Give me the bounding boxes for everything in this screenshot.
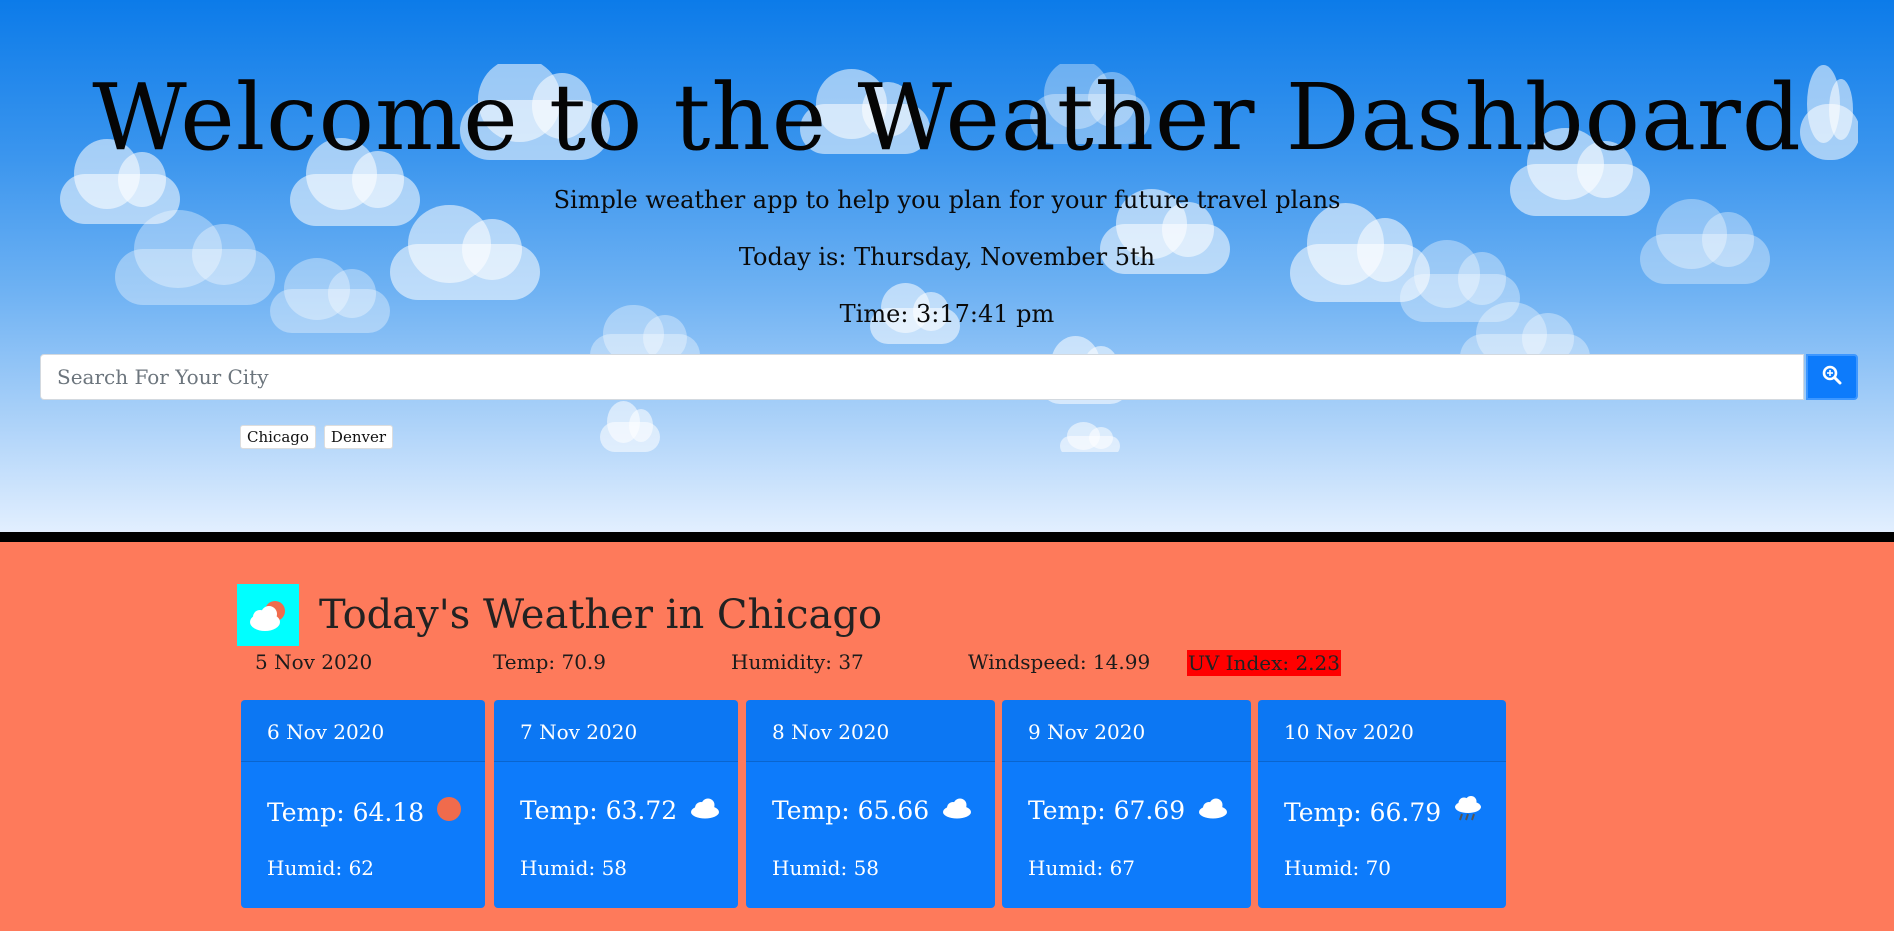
forecast-humidity: Humid: 58	[520, 856, 628, 880]
city-search-input[interactable]	[40, 354, 1804, 400]
forecast-date: 7 Nov 2020	[494, 700, 738, 762]
cloud-icon	[1197, 796, 1229, 825]
header-divider	[0, 532, 1894, 542]
forecast-temp-row: Temp: 67.69	[1028, 796, 1229, 825]
forecast-card: 7 Nov 2020 Temp: 63.72 Humid: 58	[494, 700, 738, 908]
forecast-card: 9 Nov 2020 Temp: 67.69 Humid: 67	[1002, 700, 1251, 908]
forecast-date: 9 Nov 2020	[1002, 700, 1251, 762]
forecast-temp-row: Temp: 66.79	[1284, 796, 1483, 828]
forecast-humidity: Humid: 70	[1284, 856, 1392, 880]
forecast-temp: Temp: 64.18	[267, 797, 425, 827]
cloud-icon	[941, 796, 973, 825]
cloud-icon	[689, 796, 721, 825]
partly-cloudy-icon	[237, 584, 299, 646]
forecast-card: 8 Nov 2020 Temp: 65.66 Humid: 58	[746, 700, 995, 908]
forecast-temp: Temp: 63.72	[520, 796, 678, 825]
forecast-humidity: Humid: 67	[1028, 856, 1136, 880]
forecast-temp-row: Temp: 65.66	[772, 796, 973, 825]
current-date-text: Today is: Thursday, November 5th	[738, 243, 1156, 271]
search-button[interactable]	[1806, 354, 1858, 400]
forecast-temp-row: Temp: 63.72	[520, 796, 721, 825]
forecast-humidity: Humid: 62	[267, 856, 375, 880]
page-title: Welcome to the Weather Dashboard	[92, 64, 1802, 171]
forecast-temp: Temp: 66.79	[1284, 797, 1442, 827]
hero-header: Welcome to the Weather Dashboard Simple …	[0, 0, 1894, 532]
search-bar	[40, 354, 1860, 402]
search-history: Chicago Denver	[240, 425, 394, 449]
forecast-temp: Temp: 65.66	[772, 796, 930, 825]
current-weather-title: Today's Weather in Chicago	[319, 592, 883, 638]
current-time-text: Time: 3:17:41 pm	[839, 300, 1055, 328]
sun-icon	[436, 796, 462, 828]
history-button-denver[interactable]: Denver	[323, 425, 394, 449]
forecast-humidity: Humid: 58	[772, 856, 880, 880]
current-humidity: Humidity: 37	[731, 650, 864, 674]
page-subtitle: Simple weather app to help you plan for …	[553, 186, 1341, 214]
current-windspeed: Windspeed: 14.99	[968, 650, 1151, 674]
current-weather-header: Today's Weather in Chicago	[237, 584, 882, 646]
forecast-temp-row: Temp: 64.18	[267, 796, 462, 828]
search-icon	[1822, 365, 1842, 389]
current-temp: Temp: 70.9	[493, 650, 607, 674]
uv-index-badge: UV Index: 2.23	[1187, 650, 1341, 676]
current-date: 5 Nov 2020	[255, 650, 373, 674]
forecast-date: 8 Nov 2020	[746, 700, 995, 762]
forecast-date: 6 Nov 2020	[241, 700, 485, 762]
rain-cloud-icon	[1453, 796, 1483, 828]
forecast-date: 10 Nov 2020	[1258, 700, 1506, 762]
forecast-card: 6 Nov 2020 Temp: 64.18 Humid: 62	[241, 700, 485, 908]
forecast-temp: Temp: 67.69	[1028, 796, 1186, 825]
history-button-chicago[interactable]: Chicago	[240, 425, 316, 449]
forecast-card: 10 Nov 2020 Temp: 66.79 Humid: 70	[1258, 700, 1506, 908]
